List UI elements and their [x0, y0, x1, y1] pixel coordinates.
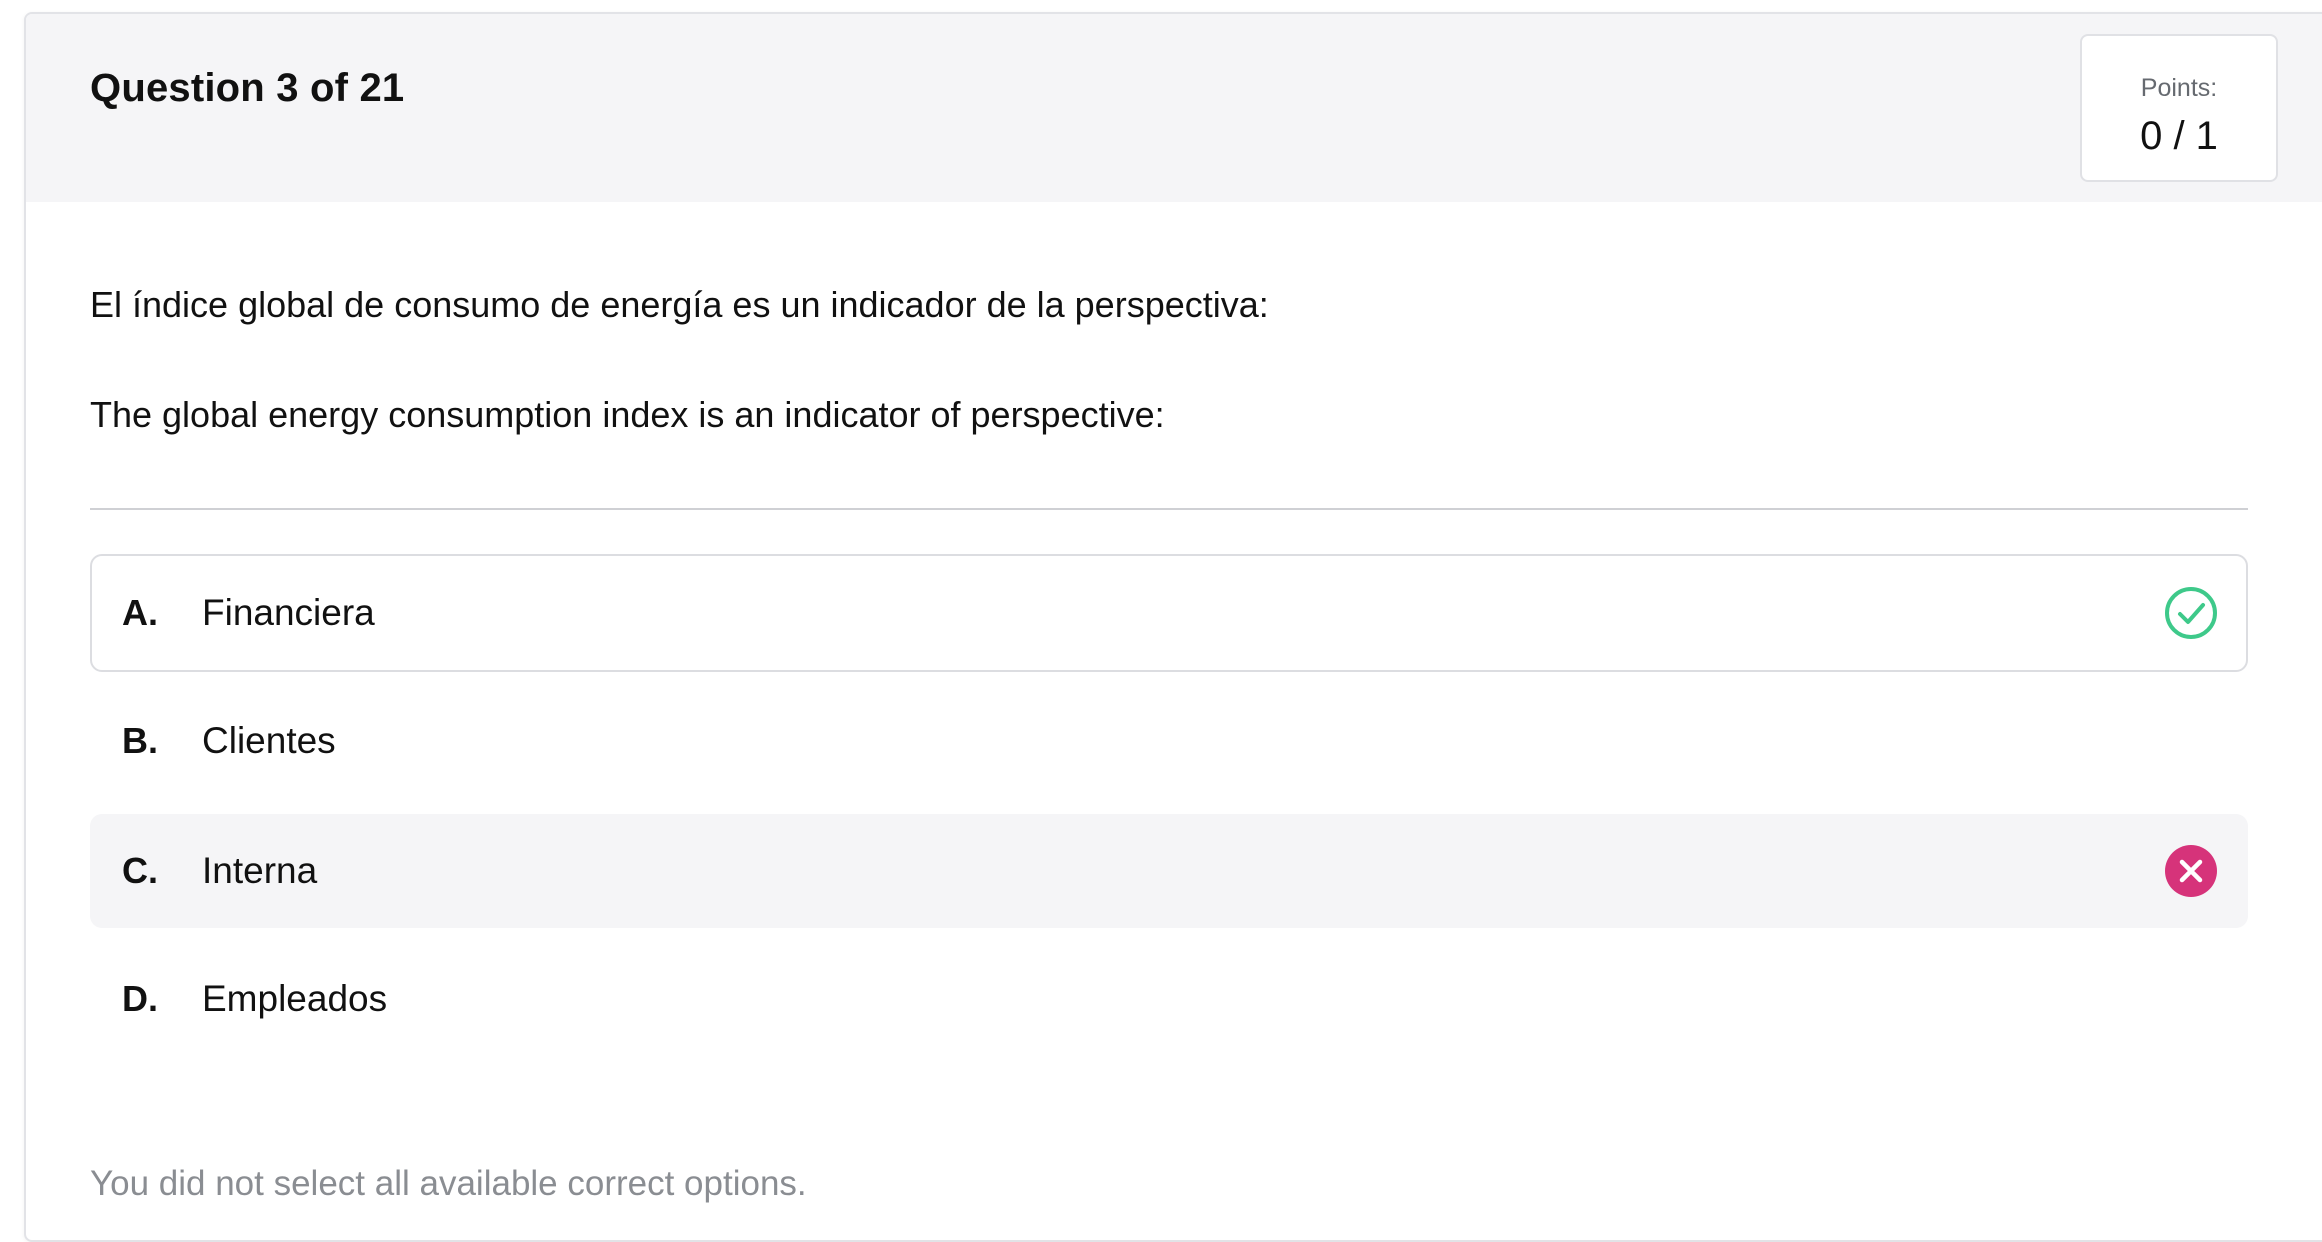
option-b[interactable]: B. Clientes — [90, 682, 2248, 800]
check-circle-icon — [2165, 587, 2217, 639]
question-prompt-spanish: El índice global de consumo de energía e… — [90, 284, 1269, 325]
option-a[interactable]: A. Financiera — [90, 554, 2248, 672]
question-title: Question 3 of 21 — [90, 66, 405, 110]
points-box: Points: 0 / 1 — [2080, 34, 2278, 182]
option-letter: A. — [122, 592, 158, 633]
question-header: Question 3 of 21 Points: 0 / 1 — [26, 14, 2322, 202]
points-value: 0 / 1 — [2140, 114, 2218, 158]
question-card: Question 3 of 21 Points: 0 / 1 El índice… — [24, 12, 2322, 1242]
points-label: Points: — [2140, 74, 2218, 102]
x-circle-icon — [2165, 845, 2217, 897]
option-label: Interna — [202, 850, 318, 891]
option-label: Clientes — [202, 720, 336, 761]
option-letter: B. — [122, 720, 158, 761]
option-letter: C. — [122, 850, 158, 891]
option-c[interactable]: C. Interna — [90, 814, 2248, 928]
option-label: Financiera — [202, 592, 375, 633]
feedback-message: You did not select all available correct… — [90, 1164, 807, 1203]
question-prompt-english: The global energy consumption index is a… — [90, 394, 1165, 435]
option-d[interactable]: D. Empleados — [90, 940, 2248, 1058]
option-letter: D. — [122, 978, 158, 1019]
divider — [90, 508, 2248, 510]
option-label: Empleados — [202, 978, 388, 1019]
